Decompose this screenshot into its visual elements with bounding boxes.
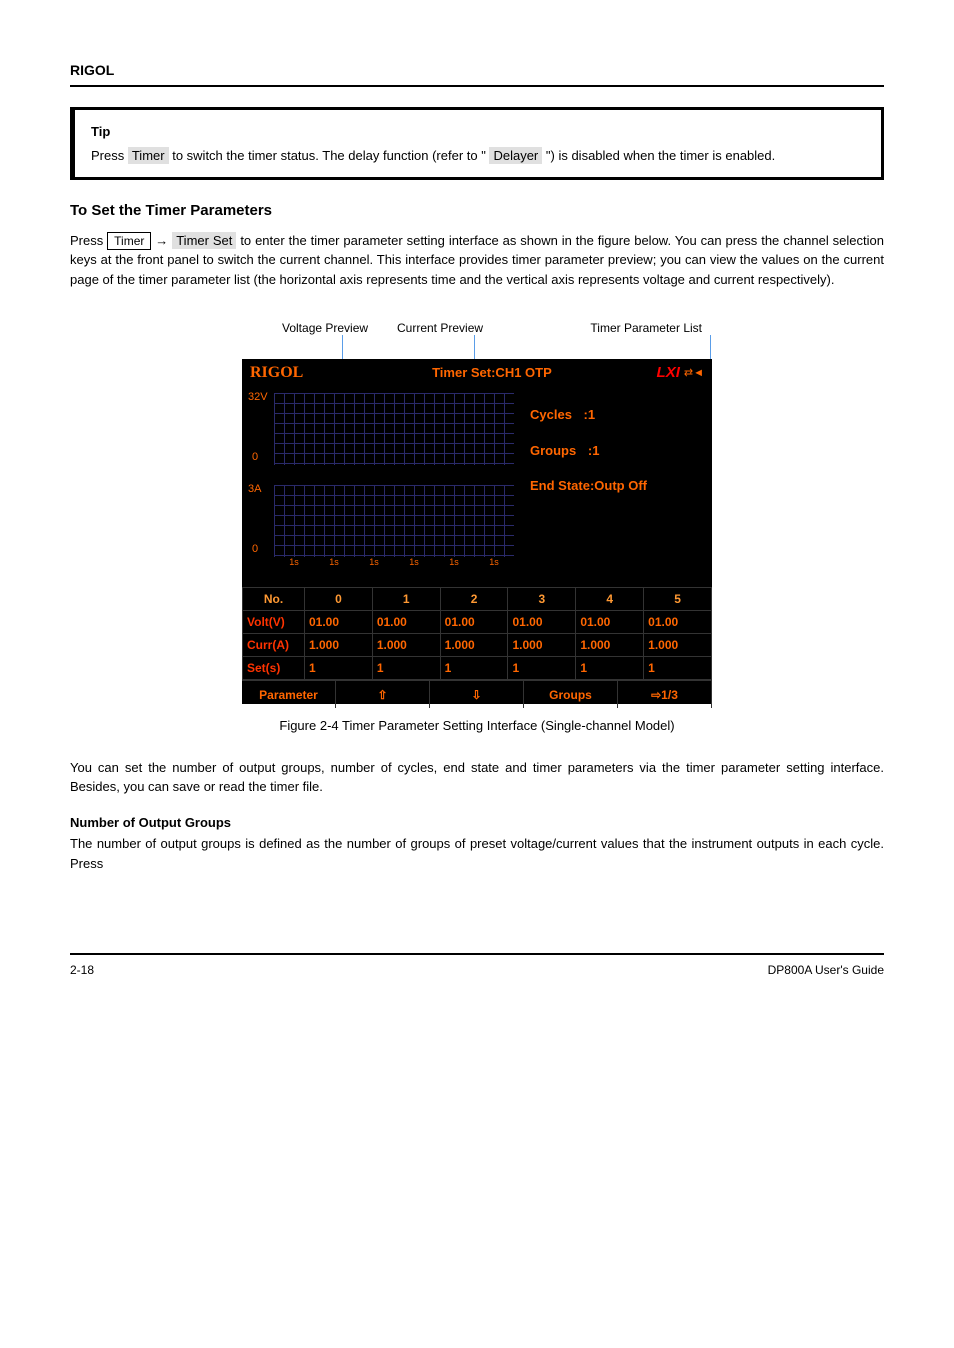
tip-text-mid: to switch the timer status. The delay fu… xyxy=(172,148,486,163)
brand-header: RIGOL xyxy=(70,60,884,87)
timer-table: No. 0 1 2 3 4 5 Volt(V) 01.00 01.00 01.0… xyxy=(242,587,712,680)
table-row-volt: Volt(V) 01.00 01.00 01.00 01.00 01.00 01… xyxy=(243,611,712,634)
footer-page: 2-18 xyxy=(70,961,94,979)
label-current-preview: Current Preview xyxy=(397,319,483,337)
xtick: 1s xyxy=(369,556,379,570)
para-2: You can set the number of output groups,… xyxy=(70,758,884,797)
volt-grid xyxy=(274,393,514,465)
tip-body: Press Timer to switch the timer status. … xyxy=(91,146,865,166)
section-heading: To Set the Timer Parameters xyxy=(70,200,884,223)
menu-down-icon[interactable]: ⇩ xyxy=(430,681,524,708)
xtick: 1s xyxy=(489,556,499,570)
footer: 2-18 DP800A User's Guide xyxy=(70,953,884,979)
menu-page-icon[interactable]: ⇨1/3 xyxy=(618,681,712,708)
para1-arrow: → xyxy=(155,233,172,248)
table-header-row: No. 0 1 2 3 4 5 xyxy=(243,588,712,611)
groups-value: :1 xyxy=(588,443,600,458)
screen-body: 32V 0 3A 0 1s 1s 1s 1s 1s 1s xyxy=(242,387,712,587)
cell: 1 xyxy=(440,657,508,680)
xtick: 1s xyxy=(449,556,459,570)
tip-box: Tip Press Timer to switch the timer stat… xyxy=(70,107,884,180)
cell: 1 xyxy=(644,657,712,680)
hdr-col: 2 xyxy=(440,588,508,611)
volt-ylabel-bottom: 0 xyxy=(252,449,258,466)
voltage-preview-chart: 32V 0 xyxy=(248,389,516,477)
table-row-curr: Curr(A) 1.000 1.000 1.000 1.000 1.000 1.… xyxy=(243,634,712,657)
figure-caption: Figure 2-4 Timer Parameter Setting Inter… xyxy=(70,716,884,736)
current-preview-chart: 3A 0 1s 1s 1s 1s 1s 1s xyxy=(248,481,516,569)
row-label-set: Set(s) xyxy=(243,657,305,680)
tip-text-after: ") is disabled when the timer is enabled… xyxy=(546,148,775,163)
cell: 01.00 xyxy=(508,611,576,634)
cell: 1.000 xyxy=(644,634,712,657)
side-info: Cycles :1 Groups :1 End State:Outp Off xyxy=(522,387,712,587)
device-screen: RIGOL Timer Set:CH1 OTP LXI ⇄ ◄ 32V 0 3A… xyxy=(242,359,712,704)
lxi-icon: LXI xyxy=(657,362,680,385)
xtick: 1s xyxy=(409,556,419,570)
xtick: 1s xyxy=(329,556,339,570)
label-voltage-preview: Voltage Preview xyxy=(282,319,368,337)
tip-btn-delayer: Delayer xyxy=(489,147,542,164)
hdr-col: 1 xyxy=(372,588,440,611)
screen-topbar: RIGOL Timer Set:CH1 OTP LXI ⇄ ◄ xyxy=(242,359,712,387)
hdr-col: 5 xyxy=(644,588,712,611)
beeper-icon: ◄ xyxy=(693,365,704,382)
hdr-col: 0 xyxy=(305,588,373,611)
para-1: Press Timer → Timer Set to enter the tim… xyxy=(70,231,884,290)
screen-title: Timer Set:CH1 OTP xyxy=(327,363,656,383)
row-label-volt: Volt(V) xyxy=(243,611,305,634)
para1-before: Press xyxy=(70,233,107,248)
figure-labels: Voltage Preview Current Preview Timer Pa… xyxy=(242,319,712,359)
rigol-logo: RIGOL xyxy=(250,361,303,385)
previews: 32V 0 3A 0 1s 1s 1s 1s 1s 1s xyxy=(242,387,522,587)
cell: 01.00 xyxy=(440,611,508,634)
cell: 01.00 xyxy=(644,611,712,634)
para-3: The number of output groups is defined a… xyxy=(70,834,884,873)
menu-bar: Parameter ⇧ ⇩ Groups ⇨1/3 xyxy=(242,680,712,708)
cycles-label: Cycles xyxy=(530,407,572,422)
cell: 1.000 xyxy=(372,634,440,657)
row-label-curr: Curr(A) xyxy=(243,634,305,657)
softkey-timer-set: Timer Set xyxy=(172,232,236,249)
cell: 1 xyxy=(508,657,576,680)
figure-container: Voltage Preview Current Preview Timer Pa… xyxy=(242,319,712,704)
curr-ylabel-top: 3A xyxy=(248,481,261,498)
tip-title: Tip xyxy=(91,122,865,142)
curr-ylabel-bottom: 0 xyxy=(252,541,258,558)
cycles-value: :1 xyxy=(584,407,596,422)
cell: 01.00 xyxy=(576,611,644,634)
footer-manual: DP800A User's Guide xyxy=(768,961,884,979)
cell: 1 xyxy=(372,657,440,680)
cell: 1 xyxy=(576,657,644,680)
cell: 1.000 xyxy=(576,634,644,657)
cell: 01.00 xyxy=(305,611,373,634)
cell: 1.000 xyxy=(440,634,508,657)
xticks: 1s 1s 1s 1s 1s 1s xyxy=(274,556,514,570)
menu-groups[interactable]: Groups xyxy=(524,681,618,708)
sub-heading: Number of Output Groups xyxy=(70,813,884,833)
network-icon: ⇄ xyxy=(684,365,693,382)
cell: 01.00 xyxy=(372,611,440,634)
menu-up-icon[interactable]: ⇧ xyxy=(336,681,430,708)
curr-grid xyxy=(274,485,514,557)
label-timer-list: Timer Parameter List xyxy=(590,319,702,337)
tip-btn-timer: Timer xyxy=(128,147,169,164)
hdr-no: No. xyxy=(243,588,305,611)
hdr-col: 3 xyxy=(508,588,576,611)
tip-text-before: Press xyxy=(91,148,128,163)
end-state: End State:Outp Off xyxy=(530,476,704,496)
menu-parameter[interactable]: Parameter xyxy=(242,681,336,708)
volt-ylabel-top: 32V xyxy=(248,389,268,406)
table-row-set: Set(s) 1 1 1 1 1 1 xyxy=(243,657,712,680)
hdr-col: 4 xyxy=(576,588,644,611)
key-timer: Timer xyxy=(107,232,151,250)
cell: 1.000 xyxy=(508,634,576,657)
cell: 1.000 xyxy=(305,634,373,657)
xtick: 1s xyxy=(289,556,299,570)
groups-label: Groups xyxy=(530,443,576,458)
cell: 1 xyxy=(305,657,373,680)
